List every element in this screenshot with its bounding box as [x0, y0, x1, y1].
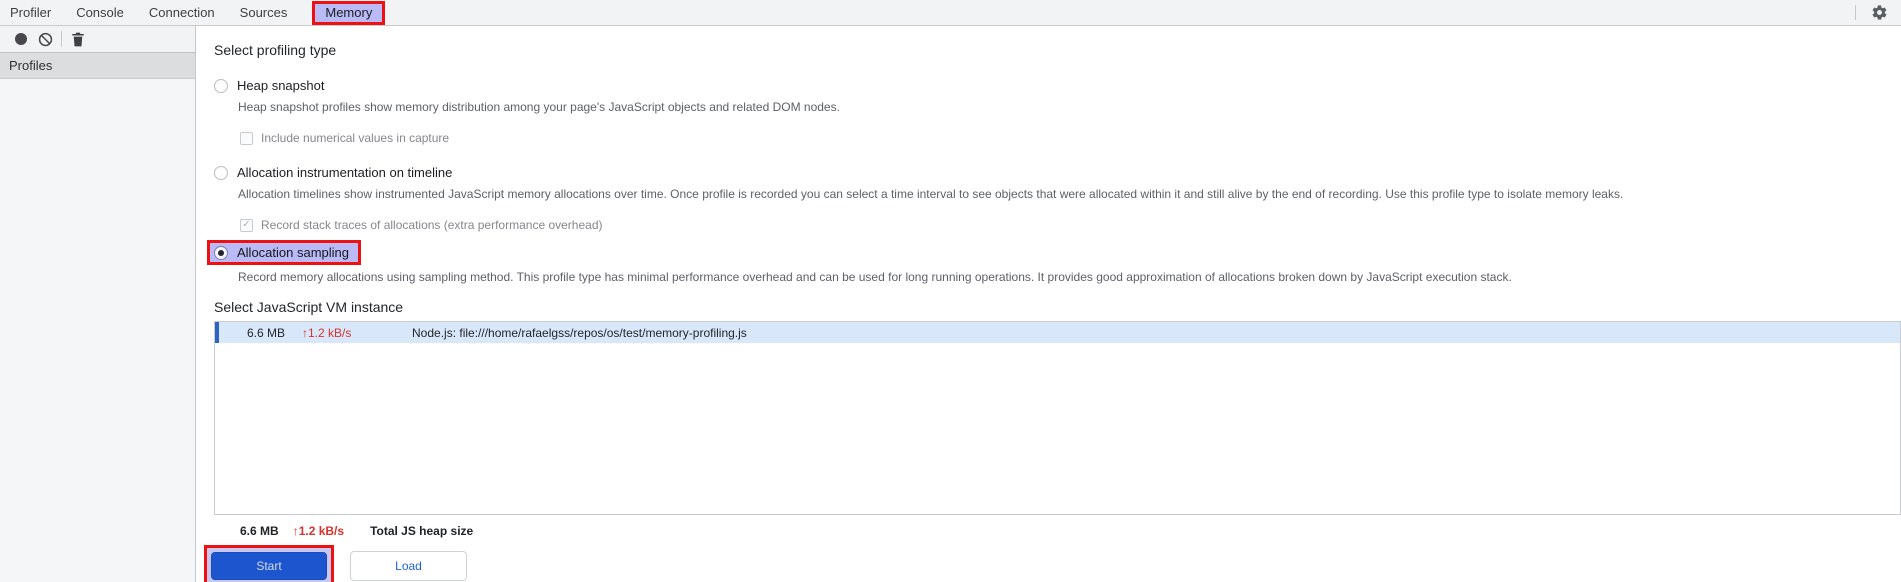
- vm-heap-size: 6.6 MB: [246, 325, 285, 340]
- memory-tab-annotation-box: Memory: [312, 0, 386, 25]
- profiles-sidebar: Profiles: [0, 26, 196, 582]
- tab-console[interactable]: Console: [76, 5, 124, 20]
- profiling-option-allocation-timeline: Allocation instrumentation on timeline A…: [214, 165, 1901, 232]
- profiling-option-heap-snapshot: Heap snapshot Heap snapshot profiles sho…: [214, 78, 1901, 145]
- total-heap-size-label: Total JS heap size: [370, 524, 474, 538]
- panel-tabbar: Profiler Console Connection Sources Memo…: [0, 0, 1901, 26]
- profiling-option-allocation-sampling: Allocation sampling Record memory alloca…: [207, 232, 1901, 285]
- allocation-sampling-label[interactable]: Allocation sampling: [237, 245, 349, 260]
- allocation-sampling-radio[interactable]: [214, 245, 228, 260]
- clear-profiles-button[interactable]: [33, 27, 57, 51]
- allocation-timeline-radio[interactable]: [214, 165, 228, 180]
- total-heap-rate-value: ↑1.2 kB/s: [292, 524, 345, 538]
- record-profile-button[interactable]: [9, 27, 33, 51]
- devtools-window: Profiler Console Connection Sources Memo…: [0, 0, 1901, 582]
- tabbar-right-controls: [1855, 4, 1901, 21]
- block-icon: [38, 32, 52, 46]
- allocation-sampling-annotation-box: Allocation sampling: [207, 240, 362, 265]
- vm-summary-row: 6.6 MB ↑1.2 kB/s Total JS heap size: [214, 524, 1901, 538]
- vm-target-name: Node.js: file:///home/rafaelgss/repos/os…: [412, 325, 747, 340]
- tab-sources[interactable]: Sources: [240, 5, 288, 20]
- heap-snapshot-label[interactable]: Heap snapshot: [237, 78, 324, 93]
- heap-snapshot-radio[interactable]: [214, 78, 228, 93]
- start-button-annotation-box: Start: [204, 545, 334, 582]
- allocation-timeline-description: Allocation timelines show instrumented J…: [238, 187, 1624, 201]
- actions-row: Start Load: [204, 545, 1901, 582]
- record-circle-icon: [15, 33, 27, 45]
- tab-memory[interactable]: Memory: [315, 4, 382, 22]
- vm-instance-row[interactable]: 6.6 MB ↑1.2 kB/s Node.js: file:///home/r…: [215, 322, 1900, 343]
- include-numerical-values-checkbox[interactable]: [240, 131, 253, 145]
- allocation-sampling-description: Record memory allocations using sampling…: [238, 270, 1512, 284]
- load-button[interactable]: Load: [350, 551, 467, 581]
- record-stack-traces-checkbox[interactable]: ✓: [240, 218, 253, 232]
- tabbar-separator: [1855, 5, 1856, 20]
- heap-snapshot-description: Heap snapshot profiles show memory distr…: [238, 100, 840, 114]
- record-stack-traces-row: ✓ Record stack traces of allocations (ex…: [240, 218, 1901, 232]
- profiling-type-heading: Select profiling type: [214, 42, 337, 58]
- tab-profiler[interactable]: Profiler: [10, 5, 51, 20]
- profiles-toolbar: [0, 26, 195, 53]
- gear-icon[interactable]: [1871, 4, 1888, 21]
- memory-panel-main: Select profiling type Heap snapshot Heap…: [196, 26, 1901, 582]
- include-numerical-values-label[interactable]: Include numerical values in capture: [261, 131, 449, 145]
- record-stack-traces-label[interactable]: Record stack traces of allocations (extr…: [261, 218, 603, 232]
- trash-icon: [72, 32, 84, 46]
- total-heap-size-value: 6.6 MB: [240, 524, 279, 538]
- toolbar-separator: [61, 31, 62, 47]
- include-numerical-values-row: Include numerical values in capture: [240, 131, 1901, 145]
- delete-profile-button[interactable]: [66, 27, 90, 51]
- sidebar-item-profiles[interactable]: Profiles: [0, 53, 195, 79]
- vm-instance-heading: Select JavaScript VM instance: [214, 299, 404, 315]
- start-button[interactable]: Start: [211, 552, 327, 580]
- allocation-timeline-label[interactable]: Allocation instrumentation on timeline: [237, 165, 452, 180]
- tab-connection[interactable]: Connection: [149, 5, 215, 20]
- vm-instance-list: 6.6 MB ↑1.2 kB/s Node.js: file:///home/r…: [214, 321, 1901, 515]
- vm-allocation-rate: ↑1.2 kB/s: [302, 325, 352, 340]
